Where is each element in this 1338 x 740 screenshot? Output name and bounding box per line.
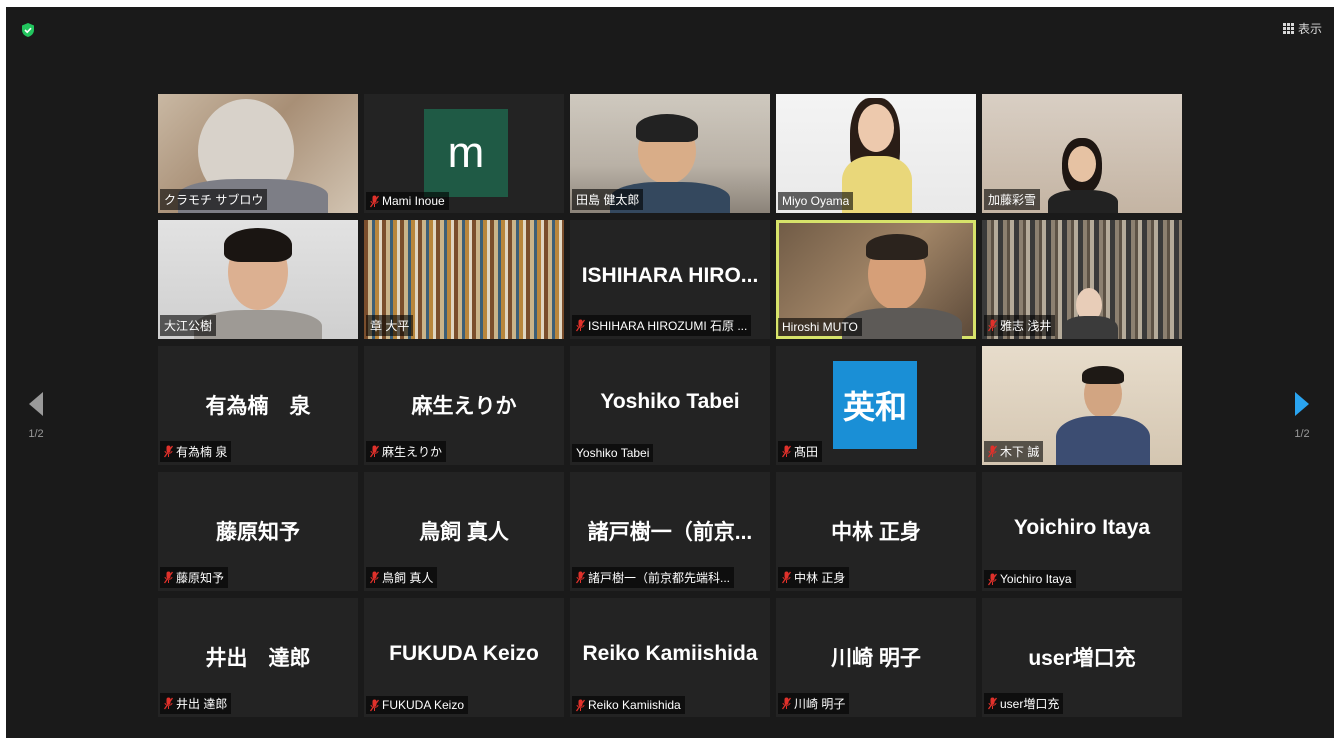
participant-tile[interactable]: 鳥飼 真人 鳥飼 真人 [364, 472, 564, 591]
participant-name-label: FUKUDA Keizo [366, 696, 469, 714]
mic-muted-icon [782, 445, 791, 458]
meeting-window: 表示 1/2 1/2 クラモチ サブロウ m Mami Inoue 田島 健太郎… [6, 7, 1334, 738]
participant-tile[interactable]: 藤原知予 藤原知予 [158, 472, 358, 591]
avatar: m [424, 109, 508, 197]
mic-muted-icon [370, 571, 379, 584]
mic-muted-icon [164, 571, 173, 584]
participant-display-name: 有為楠 泉 [205, 395, 311, 418]
participant-name-label: 章 大平 [366, 315, 414, 336]
mic-muted-icon [782, 697, 791, 710]
prev-page-button[interactable]: 1/2 [16, 390, 56, 450]
participant-name-label: Yoichiro Itaya [984, 570, 1076, 588]
participant-display-name: ISHIHARA HIRO... [581, 264, 759, 287]
participant-display-name: 鳥飼 真人 [419, 521, 509, 544]
participant-display-name: 中林 正身 [831, 521, 921, 544]
participant-display-name: Yoshiko Tabei [600, 390, 740, 413]
participant-gallery: クラモチ サブロウ m Mami Inoue 田島 健太郎 Miyo Oyama… [158, 94, 1182, 717]
participant-tile[interactable]: 麻生えりか 麻生えりか [364, 346, 564, 465]
mic-muted-icon [576, 699, 585, 711]
participant-display-name: Reiko Kamiishida [582, 642, 758, 665]
participant-name-label: 大江公樹 [160, 315, 217, 336]
participant-tile[interactable]: クラモチ サブロウ [158, 94, 358, 213]
participant-name-label: 中林 正身 [778, 567, 850, 588]
participant-tile[interactable]: Reiko Kamiishida Reiko Kamiishida [570, 598, 770, 717]
participant-display-name: user増口充 [1028, 647, 1136, 670]
mic-muted-icon [576, 319, 585, 332]
participant-name-label: ISHIHARA HIROZUMI 石原 ... [572, 315, 752, 336]
participant-name-label: 木下 誠 [984, 441, 1044, 462]
participant-name-label: 川崎 明子 [778, 693, 850, 714]
page-indicator-right: 1/2 [1294, 428, 1310, 440]
participant-display-name: Yoichiro Itaya [1013, 516, 1151, 539]
participant-name-label: 諸戸樹一（前京都先端科... [572, 567, 735, 588]
page-indicator-left: 1/2 [28, 428, 44, 440]
participant-name-label: 有為楠 泉 [160, 441, 232, 462]
participant-name-label: 髙田 [778, 441, 823, 462]
shield-icon[interactable] [20, 22, 36, 38]
next-page-button[interactable]: 1/2 [1282, 390, 1322, 450]
participant-tile[interactable]: 雅志 浅井 [982, 220, 1182, 339]
participant-name-label: Miyo Oyama [778, 192, 854, 210]
participant-tile[interactable]: m Mami Inoue [364, 94, 564, 213]
participant-name-label: クラモチ サブロウ [160, 189, 268, 210]
participant-tile[interactable]: Yoichiro Itaya Yoichiro Itaya [982, 472, 1182, 591]
participant-tile[interactable]: Yoshiko Tabei Yoshiko Tabei [570, 346, 770, 465]
participant-name-label: 加藤彩雪 [984, 189, 1041, 210]
participant-tile[interactable]: 諸戸樹一（前京... 諸戸樹一（前京都先端科... [570, 472, 770, 591]
participant-tile[interactable]: 章 大平 [364, 220, 564, 339]
participant-tile[interactable]: 英和 髙田 [776, 346, 976, 465]
participant-tile-active-speaker[interactable]: Hiroshi MUTO [776, 220, 976, 339]
participant-tile[interactable]: ISHIHARA HIRO... ISHIHARA HIROZUMI 石原 ..… [570, 220, 770, 339]
view-label: 表示 [1297, 21, 1322, 36]
participant-name-label: 麻生えりか [366, 441, 447, 462]
participant-tile[interactable]: user増口充 user増口充 [982, 598, 1182, 717]
mic-muted-icon [164, 445, 173, 458]
participant-name-label: Yoshiko Tabei [572, 444, 654, 462]
participant-tile[interactable]: 有為楠 泉 有為楠 泉 [158, 346, 358, 465]
participant-display-name: FUKUDA Keizo [389, 642, 539, 665]
participant-name-label: 藤原知予 [160, 567, 229, 588]
participant-name-label: Mami Inoue [366, 192, 449, 210]
mic-muted-icon [988, 445, 997, 458]
mic-muted-icon [370, 195, 379, 207]
participant-name-label: 井出 達郎 [160, 693, 232, 714]
participant-name-label: 雅志 浅井 [984, 315, 1056, 336]
participant-tile[interactable]: 井出 達郎 井出 達郎 [158, 598, 358, 717]
participant-display-name: 川崎 明子 [831, 647, 921, 670]
mic-muted-icon [576, 571, 585, 584]
participant-name-label: Reiko Kamiishida [572, 696, 685, 714]
arrow-right-icon [1295, 392, 1309, 416]
grid-icon [1282, 22, 1294, 34]
participant-tile[interactable]: FUKUDA Keizo FUKUDA Keizo [364, 598, 564, 717]
mic-muted-icon [988, 319, 997, 332]
participant-tile[interactable]: 木下 誠 [982, 346, 1182, 465]
mic-muted-icon [370, 445, 379, 458]
avatar: 英和 [833, 361, 917, 449]
participant-tile[interactable]: 大江公樹 [158, 220, 358, 339]
participant-display-name: 藤原知予 [216, 521, 300, 544]
participant-tile[interactable]: 田島 健太郎 [570, 94, 770, 213]
mic-muted-icon [164, 697, 173, 710]
view-button[interactable]: 表示 [1282, 18, 1322, 38]
participant-display-name: 諸戸樹一（前京... [587, 521, 753, 544]
mic-muted-icon [782, 571, 791, 584]
participant-tile[interactable]: 加藤彩雪 [982, 94, 1182, 213]
mic-muted-icon [988, 573, 997, 585]
participant-name-label: Hiroshi MUTO [778, 318, 862, 336]
mic-muted-icon [988, 697, 997, 710]
participant-tile[interactable]: 中林 正身 中林 正身 [776, 472, 976, 591]
participant-display-name: 井出 達郎 [205, 647, 311, 670]
arrow-left-icon [29, 392, 43, 416]
participant-name-label: 田島 健太郎 [572, 189, 644, 210]
participant-name-label: user増口充 [984, 693, 1064, 714]
participant-name-label: 鳥飼 真人 [366, 567, 438, 588]
participant-display-name: 麻生えりか [411, 395, 517, 418]
participant-tile[interactable]: 川崎 明子 川崎 明子 [776, 598, 976, 717]
participant-tile[interactable]: Miyo Oyama [776, 94, 976, 213]
mic-muted-icon [370, 699, 379, 711]
